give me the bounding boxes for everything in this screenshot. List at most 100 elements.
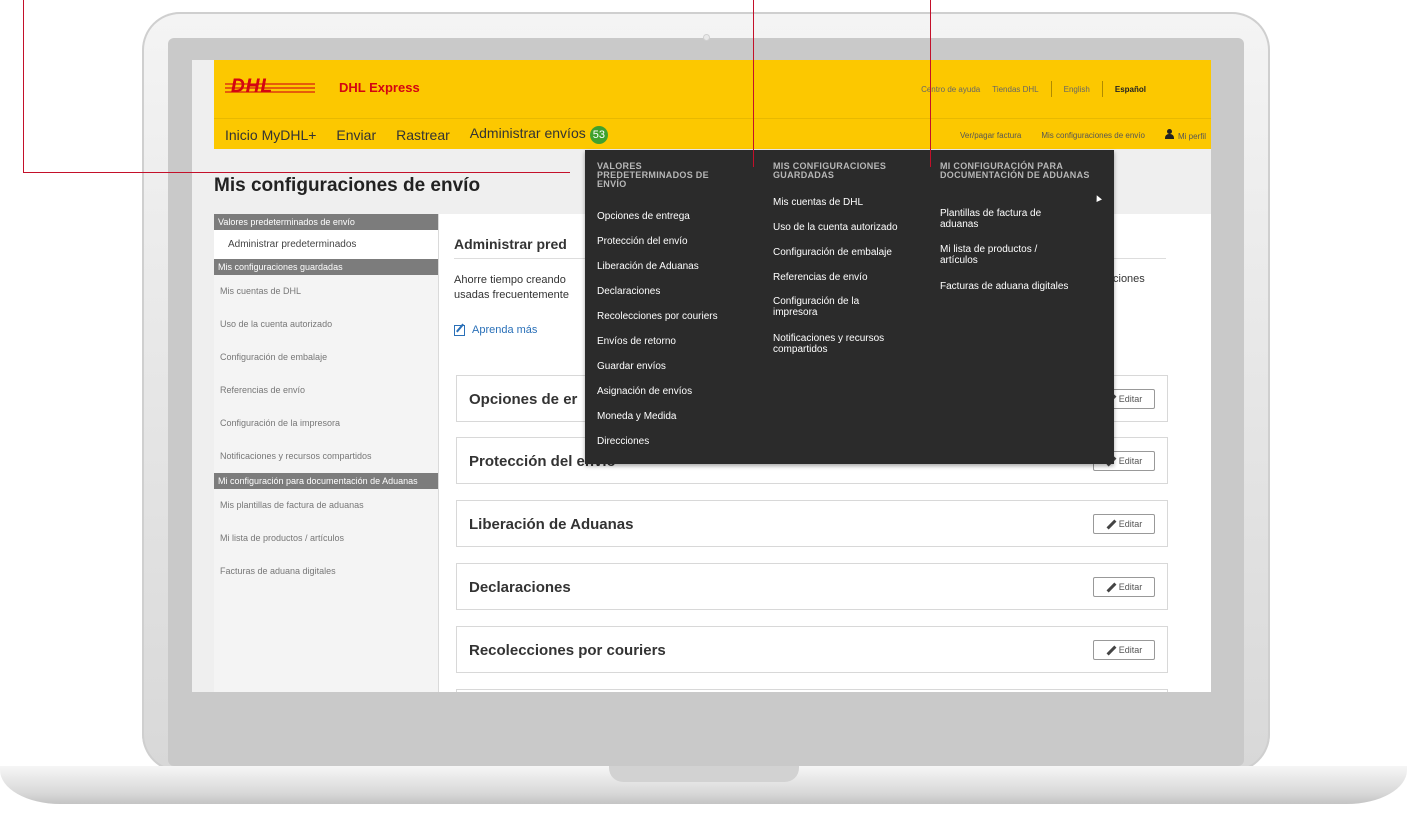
menu-item[interactable]: Mi lista de productos / artículos — [940, 244, 1060, 266]
user-icon — [1164, 129, 1174, 139]
sidebar-item-references[interactable]: Referencias de envío — [214, 374, 438, 407]
webpage: DHL DHL Express Centro de ayuda Tiendas … — [192, 60, 1211, 692]
stage: DHL DHL Express Centro de ayuda Tiendas … — [0, 0, 1407, 816]
settings-dropdown-menu: VALORES PREDETERMINADOS DE ENVÍO Opcione… — [585, 150, 1114, 464]
intro-text-right: ciones — [1113, 273, 1145, 285]
menu-item[interactable]: Notificaciones y recursos compartidos — [773, 333, 913, 355]
nav-manage-shipments[interactable]: Administrar envíos 53 — [470, 125, 628, 144]
menu-item[interactable]: Direcciones — [597, 436, 649, 447]
edit-button[interactable]: Editar — [1093, 514, 1155, 534]
edit-label: Editar — [1118, 519, 1143, 529]
link-dhl-stores[interactable]: Tiendas DHL — [986, 85, 1044, 94]
menu-item[interactable]: Asignación de envíos — [597, 386, 692, 397]
nav-view-pay-invoice[interactable]: Ver/pagar factura — [960, 131, 1021, 140]
menu-column-saved: MIS CONFIGURACIONES GUARDADAS Mis cuenta… — [773, 161, 923, 356]
section-title: Declaraciones — [469, 579, 571, 596]
menu-heading: MIS CONFIGURACIONES GUARDADAS — [773, 161, 887, 180]
menu-item[interactable]: Uso de la cuenta autorizado — [773, 222, 898, 233]
nav-right: Ver/pagar factura Mis configuraciones de… — [940, 129, 1206, 141]
screen: DHL DHL Express Centro de ayuda Tiendas … — [192, 60, 1211, 692]
menu-item[interactable]: Configuración de embalaje — [773, 247, 892, 258]
laptop-notch — [609, 766, 799, 782]
menu-heading: MI CONFIGURACIÓN PARA DOCUMENTACIÓN DE A… — [940, 161, 1090, 180]
link-spanish[interactable]: Español — [1109, 85, 1152, 94]
nav-my-profile[interactable]: Mi perfil — [1164, 129, 1206, 141]
menu-item[interactable]: Liberación de Aduanas — [597, 261, 699, 272]
section-title: Opciones de er — [469, 391, 578, 408]
sidebar: Valores predeterminados de envío Adminis… — [214, 214, 439, 692]
menu-column-defaults: VALORES PREDETERMINADOS DE ENVÍO Opcione… — [597, 161, 752, 448]
divider — [1101, 81, 1103, 97]
nav-left: Inicio MyDHL+ Enviar Rastrear Administra… — [225, 125, 648, 144]
sidebar-item-digital-invoices[interactable]: Facturas de aduana digitales — [214, 555, 438, 588]
menu-item[interactable]: Plantillas de factura de aduanas — [940, 208, 1060, 230]
pencil-icon — [1106, 646, 1115, 655]
nav-ship[interactable]: Enviar — [336, 127, 376, 143]
menu-column-customs: MI CONFIGURACIÓN PARA DOCUMENTACIÓN DE A… — [940, 161, 1105, 293]
menu-item[interactable]: Configuración de la impresora — [773, 296, 893, 318]
section-next — [456, 689, 1168, 692]
sidebar-item-products[interactable]: Mi lista de productos / artículos — [214, 522, 438, 555]
edit-label: Editar — [1118, 582, 1143, 592]
nav-home[interactable]: Inicio MyDHL+ — [225, 127, 316, 143]
sidebar-section-defaults: Valores predeterminados de envío — [214, 214, 438, 230]
main-title: Administrar pred — [454, 236, 567, 252]
sidebar-item-packaging[interactable]: Configuración de embalaje — [214, 341, 438, 374]
sidebar-item-printer[interactable]: Configuración de la impresora — [214, 407, 438, 440]
callout-line — [23, 172, 570, 173]
edit-button[interactable]: Editar — [1093, 577, 1155, 597]
edit-label: Editar — [1118, 394, 1143, 404]
logo-text: DHL — [231, 76, 274, 97]
learn-more-label: Aprenda más — [472, 324, 538, 336]
link-help-center[interactable]: Centro de ayuda — [915, 85, 986, 94]
shipments-count-badge: 53 — [589, 126, 608, 144]
sidebar-item-invoice-templates[interactable]: Mis plantillas de factura de aduanas — [214, 489, 438, 522]
sidebar-item-notifications[interactable]: Notificaciones y recursos compartidos — [214, 440, 438, 473]
section-title: Liberación de Aduanas — [469, 516, 634, 533]
sidebar-item-dhl-accounts[interactable]: Mis cuentas de DHL — [214, 275, 438, 308]
menu-heading: VALORES PREDETERMINADOS DE ENVÍO — [597, 161, 709, 189]
nav-shipping-settings[interactable]: Mis configuraciones de envío — [1041, 131, 1145, 140]
menu-item[interactable]: Declaraciones — [597, 286, 660, 297]
edit-note-icon — [454, 324, 465, 336]
menu-item[interactable]: Mis cuentas de DHL — [773, 197, 863, 208]
camera-icon — [703, 34, 710, 41]
menu-item[interactable]: Facturas de aduana digitales — [940, 281, 1068, 292]
dhl-logo[interactable]: DHL — [225, 76, 315, 97]
pencil-icon — [1106, 520, 1115, 529]
sidebar-item-manage-defaults[interactable]: Administrar predeterminados — [214, 230, 438, 259]
section-declarations: Declaraciones Editar — [456, 563, 1168, 610]
menu-item[interactable]: Envíos de retorno — [597, 336, 676, 347]
sidebar-section-customs: Mi configuración para documentación de A… — [214, 473, 438, 489]
callout-line — [930, 0, 931, 167]
menu-item[interactable]: Protección del envío — [597, 236, 688, 247]
menu-item[interactable]: Referencias de envío — [773, 272, 868, 283]
page-title: Mis configuraciones de envío — [214, 175, 481, 196]
divider — [1050, 81, 1052, 97]
edit-label: Editar — [1118, 456, 1143, 466]
sidebar-item-authorized-account[interactable]: Uso de la cuenta autorizado — [214, 308, 438, 341]
sidebar-section-saved: Mis configuraciones guardadas — [214, 259, 438, 275]
brand-name: DHL Express — [339, 80, 420, 95]
edit-button[interactable]: Editar — [1093, 640, 1155, 660]
nav-track[interactable]: Rastrear — [396, 127, 450, 143]
callout-line — [23, 0, 24, 173]
my-profile-label: Mi perfil — [1177, 132, 1206, 141]
section-customs-clearance: Liberación de Aduanas Editar — [456, 500, 1168, 547]
pencil-icon — [1106, 583, 1115, 592]
menu-item[interactable]: Recolecciones por couriers — [597, 311, 718, 322]
utility-links: Centro de ayuda Tiendas DHL English Espa… — [915, 81, 1152, 97]
menu-item[interactable]: Moneda y Medida — [597, 411, 677, 422]
section-title: Recolecciones por couriers — [469, 642, 666, 659]
section-courier-pickups: Recolecciones por couriers Editar — [456, 626, 1168, 673]
menu-item[interactable]: Guardar envíos — [597, 361, 666, 372]
learn-more-link[interactable]: Aprenda más — [454, 324, 537, 336]
menu-item[interactable]: Opciones de entrega — [597, 211, 690, 222]
main-nav: Inicio MyDHL+ Enviar Rastrear Administra… — [214, 118, 1211, 149]
mouse-cursor-icon — [1094, 194, 1102, 202]
nav-manage-label: Administrar envíos — [469, 125, 586, 141]
callout-line — [753, 0, 754, 167]
header-bar: DHL DHL Express Centro de ayuda Tiendas … — [214, 60, 1211, 118]
link-english[interactable]: English — [1058, 85, 1096, 94]
edit-label: Editar — [1118, 645, 1143, 655]
